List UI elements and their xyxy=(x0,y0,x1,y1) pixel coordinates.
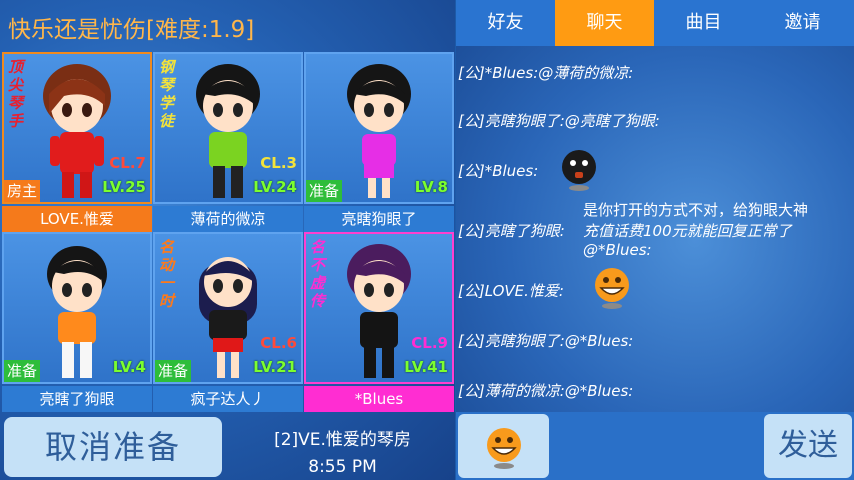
player-cl: CL.3 xyxy=(260,154,297,172)
player-level: LV.24 xyxy=(253,178,297,196)
player-slot-4[interactable]: LV.4 准备 亮瞎了狗眼 xyxy=(2,232,152,412)
player-slot-6[interactable]: 名不虚传 CL.9 LV.41 *Blues xyxy=(304,232,454,412)
player-level: LV.8 xyxy=(414,178,448,196)
host-badge: 房主 xyxy=(4,180,41,202)
chat-message: [公]亮瞎狗眼了:@*Blues: xyxy=(458,332,634,350)
player-level: LV.25 xyxy=(102,178,146,196)
tab-bar: 好友 聊天 曲目 邀请 xyxy=(456,0,854,46)
player-cl: CL.6 xyxy=(260,334,297,352)
ready-badge: 准备 xyxy=(306,180,343,202)
player-title: 名不虚传 xyxy=(310,238,326,310)
chat-message: [公]LOVE.惟爱: xyxy=(458,282,564,300)
ready-badge: 准备 xyxy=(155,360,192,382)
tab-friends[interactable]: 好友 xyxy=(456,0,555,46)
player-cl: CL.9 xyxy=(411,334,448,352)
player-name: 亮瞎了狗眼 xyxy=(2,386,152,412)
clock: 8:55 PM xyxy=(308,457,377,477)
emoji-button[interactable] xyxy=(458,414,549,478)
chat-message: [公]亮瞎了狗眼: xyxy=(458,222,565,240)
orange-grin-face-icon xyxy=(595,268,629,309)
player-level: LV.41 xyxy=(404,358,448,376)
tab-chat[interactable]: 聊天 xyxy=(555,0,654,46)
chat-input-bar: 发送 xyxy=(456,412,854,480)
player-card[interactable]: 顶尖琴手 CL.7 LV.25 房主 xyxy=(2,52,152,204)
player-card[interactable]: 名动一时 CL.6 LV.21 准备 xyxy=(153,232,303,384)
room-bottom-bar: 取消准备 [2]VE.惟爱的琴房 8:55 PM xyxy=(0,413,455,480)
chat-reply-line: 是你打开的方式不对，给狗眼大神 xyxy=(583,201,809,219)
black-bomb-face-icon xyxy=(562,150,596,191)
player-name: 薄荷的微凉 xyxy=(153,206,303,232)
player-card[interactable]: 名不虚传 CL.9 LV.41 xyxy=(304,232,454,384)
chat-message: [公]*Blues: xyxy=(458,162,539,180)
player-title: 名动一时 xyxy=(159,238,175,310)
player-slot-3[interactable]: LV.8 准备 亮瞎狗眼了 xyxy=(304,52,454,232)
player-title: 钢琴学徒 xyxy=(159,58,175,130)
player-name: 疯子达人丿 xyxy=(153,386,303,412)
player-level: LV.4 xyxy=(112,358,146,376)
chat-message: [公]亮瞎狗眼了:@亮瞎了狗眼: xyxy=(458,112,660,130)
cancel-ready-button[interactable]: 取消准备 xyxy=(4,417,222,477)
ready-badge: 准备 xyxy=(4,360,41,382)
chat-message: [公]薄荷的微凉:@*Blues: xyxy=(458,382,634,400)
send-button[interactable]: 发送 xyxy=(764,414,852,478)
player-level: LV.21 xyxy=(253,358,297,376)
player-slot-1[interactable]: 顶尖琴手 CL.7 LV.25 房主 LOVE.惟爱 xyxy=(2,52,152,232)
player-card[interactable]: LV.4 准备 xyxy=(2,232,152,384)
player-title: 顶尖琴手 xyxy=(8,58,24,130)
player-card[interactable]: LV.8 准备 xyxy=(304,52,454,204)
player-name: LOVE.惟爱 xyxy=(2,206,152,232)
player-card[interactable]: 钢琴学徒 CL.3 LV.24 xyxy=(153,52,303,204)
player-name: 亮瞎狗眼了 xyxy=(304,206,454,232)
chat-log[interactable]: [公]*Blues:@薄荷的微凉: [公]亮瞎狗眼了:@亮瞎了狗眼: [公]*B… xyxy=(456,46,854,412)
chat-reply-line: 充值话费100元就能回复正常了 xyxy=(583,222,792,240)
room-title: 快乐还是忧伤[难度:1.9] xyxy=(8,17,255,43)
room-panel: 快乐还是忧伤[难度:1.9] 顶尖琴手 CL.7 LV.25 房主 LOVE.惟… xyxy=(0,0,455,480)
tab-songs[interactable]: 曲目 xyxy=(654,0,753,46)
room-name: [2]VE.惟爱的琴房 xyxy=(274,430,411,450)
chat-message: [公]*Blues:@薄荷的微凉: xyxy=(458,64,634,82)
side-panel: 好友 聊天 曲目 邀请 [公]*Blues:@薄荷的微凉: [公]亮瞎狗眼了:@… xyxy=(456,0,854,480)
player-slot-5[interactable]: 名动一时 CL.6 LV.21 准备 疯子达人丿 xyxy=(153,232,303,412)
tab-invite[interactable]: 邀请 xyxy=(753,0,852,46)
chat-reply: 是你打开的方式不对，给狗眼大神 xyxy=(583,200,808,221)
orange-grin-face-icon xyxy=(487,428,521,469)
player-slot-2[interactable]: 钢琴学徒 CL.3 LV.24 薄荷的微凉 xyxy=(153,52,303,232)
player-cl: CL.7 xyxy=(109,154,146,172)
chat-reply-line: @*Blues: xyxy=(583,241,652,259)
player-name: *Blues xyxy=(304,386,454,412)
